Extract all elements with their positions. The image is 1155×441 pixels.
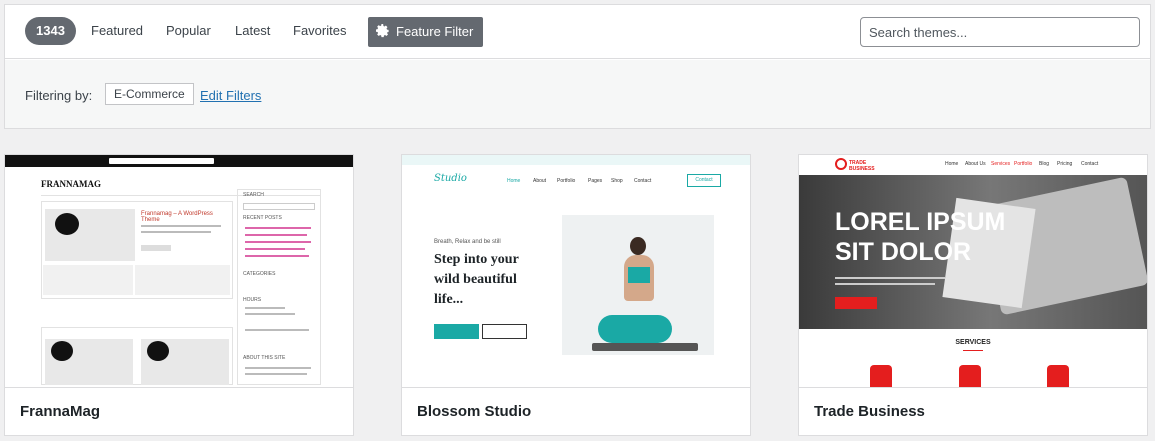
search-themes-input[interactable]: [860, 17, 1140, 47]
theme-filter-bar: 1343 Featured Popular Latest Favorites F…: [4, 4, 1151, 129]
theme-name-bar: Trade Business: [799, 387, 1147, 435]
gear-icon: [376, 24, 389, 38]
filter-tag-ecommerce: E-Commerce: [105, 83, 194, 105]
tab-popular[interactable]: Popular: [166, 17, 211, 45]
tab-favorites[interactable]: Favorites: [293, 17, 346, 45]
tab-latest[interactable]: Latest: [235, 17, 270, 45]
theme-name: FrannaMag: [20, 403, 101, 420]
feature-filter-button[interactable]: Feature Filter: [368, 17, 483, 47]
theme-card-blossom-studio[interactable]: Studio Home About Portfolio Pages Shop C…: [401, 154, 751, 436]
filtering-by-label: Filtering by:: [25, 88, 93, 103]
theme-card-trade-business[interactable]: TRADE BUSINESS Home About Us Services Po…: [798, 154, 1148, 436]
preview-kicker: Breath, Relax and be still: [434, 239, 501, 245]
theme-name-bar: FrannaMag: [5, 387, 353, 435]
edit-filters-link[interactable]: Edit Filters: [200, 88, 261, 103]
preview-logo: TRADE BUSINESS: [849, 160, 875, 172]
filter-toolbar: 1343 Featured Popular Latest Favorites F…: [5, 5, 1150, 59]
active-filters-row: Filtering by: E-Commerce Edit Filters: [5, 60, 1150, 128]
theme-name: Blossom Studio: [417, 403, 532, 420]
theme-screenshot: TRADE BUSINESS Home About Us Services Po…: [799, 155, 1147, 387]
theme-name: Trade Business: [814, 403, 925, 420]
preview-logo: Studio: [434, 173, 467, 184]
preview-services-heading: SERVICES: [955, 339, 991, 346]
theme-screenshot: Studio Home About Portfolio Pages Shop C…: [402, 155, 750, 387]
feature-filter-label: Feature Filter: [396, 24, 474, 39]
theme-count-badge: 1343: [25, 17, 76, 45]
preview-featured-title: Frannamag – A WordPress Theme: [141, 211, 213, 223]
theme-screenshot: FRANNAMAG Frannamag – A WordPress Theme …: [5, 155, 353, 387]
theme-name-bar: Blossom Studio: [402, 387, 750, 435]
preview-logo: FRANNAMAG: [41, 179, 101, 189]
tab-featured[interactable]: Featured: [91, 17, 143, 45]
theme-card-frannamag[interactable]: FRANNAMAG Frannamag – A WordPress Theme …: [4, 154, 354, 436]
